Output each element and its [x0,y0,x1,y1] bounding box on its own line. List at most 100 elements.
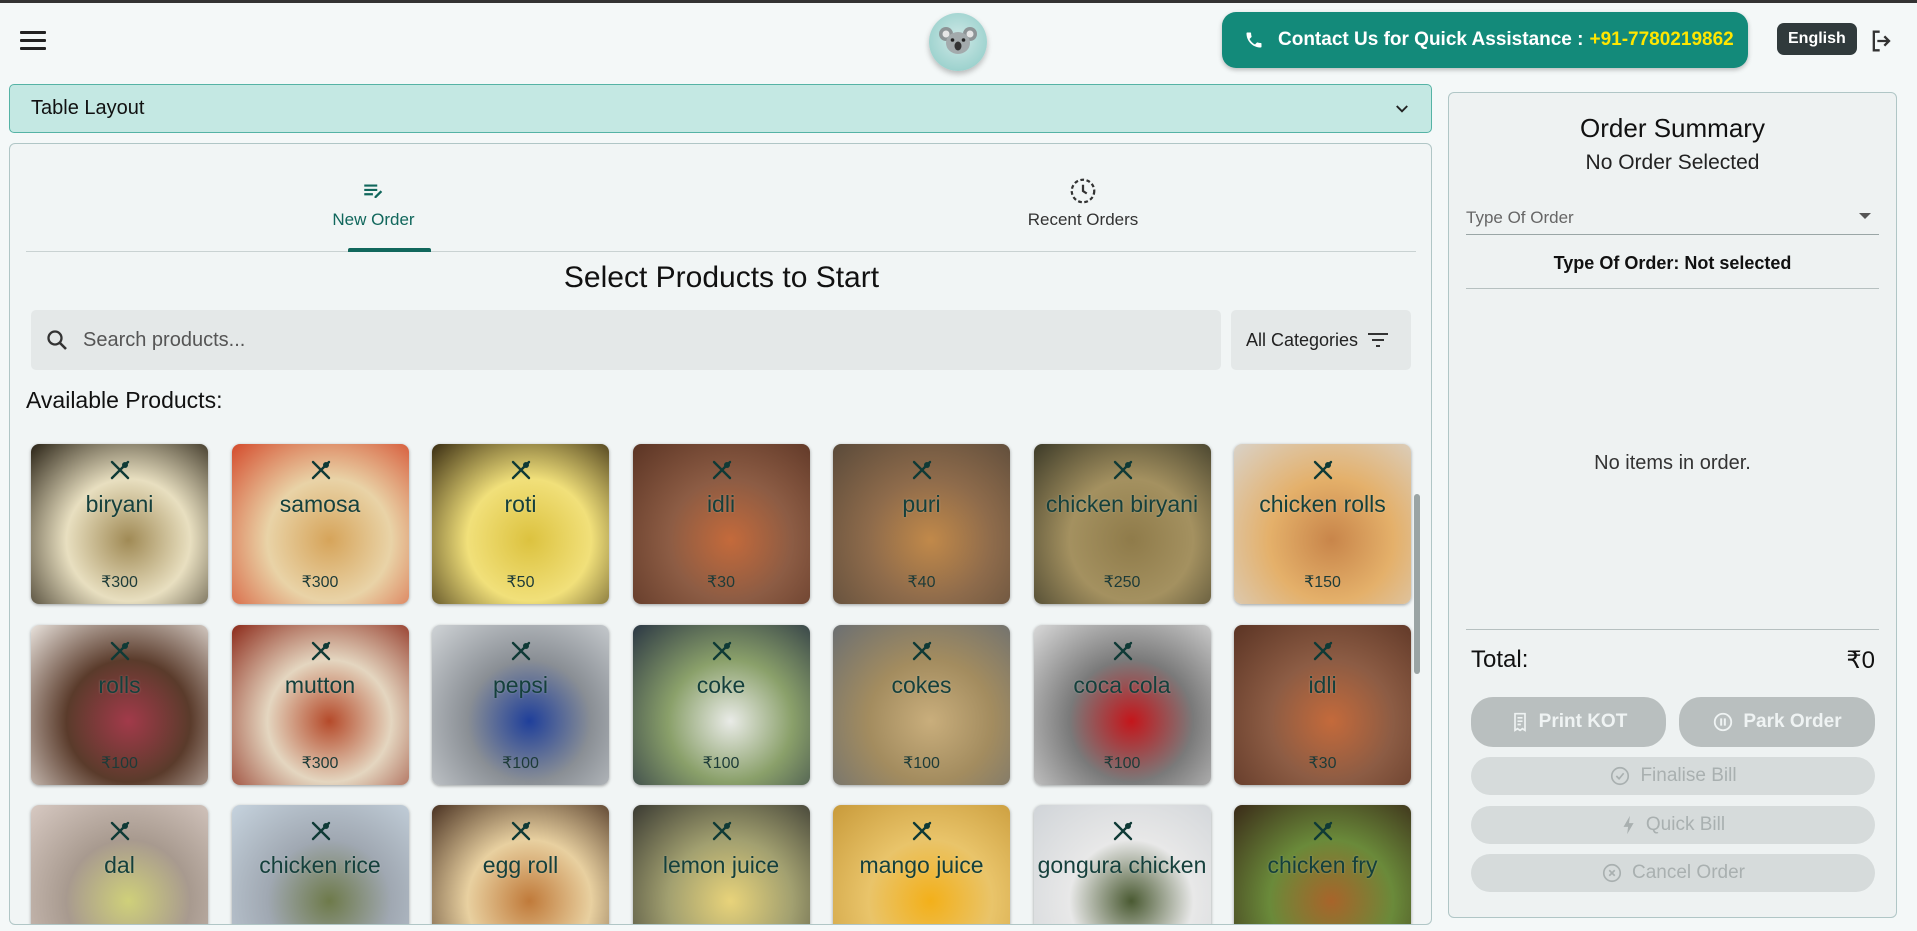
contact-phone: +91-7780219862 [1589,29,1734,50]
tab-new-order[interactable]: New Order [332,176,415,230]
product-card[interactable]: coca cola ₹100 [1033,624,1211,785]
search-input[interactable] [83,328,1183,352]
product-name: roti [504,491,537,517]
product-card[interactable]: mutton ₹300 [231,624,409,785]
product-name: puri [902,491,941,517]
contact-us-button[interactable]: Contact Us for Quick Assistance : +91-77… [1222,12,1748,68]
logout-icon[interactable] [1868,27,1896,55]
table-layout-accordion[interactable]: Table Layout [9,84,1432,133]
contact-label: Contact Us for Quick Assistance : [1278,29,1584,50]
fork-knife-icon [912,641,932,660]
type-of-order-status: Type Of Order: Not selected [1466,253,1879,289]
park-order-button[interactable]: Park Order [1679,697,1875,747]
product-name: chicken rice [259,852,381,878]
product-price: ₹300 [101,574,138,591]
product-name: chicken rolls [1259,491,1386,517]
product-price: ₹150 [1304,574,1341,591]
fork-knife-icon [511,641,531,660]
park-order-label: Park Order [1743,711,1842,732]
product-name: chicken fry [1267,852,1378,878]
fork-knife-icon [1113,821,1132,841]
product-card[interactable]: chicken biryani ₹250 [1033,444,1211,604]
product-card[interactable]: puri ₹40 [833,444,1010,604]
products-scrollbar[interactable] [1414,494,1420,674]
product-card[interactable]: chicken fry [1234,805,1411,924]
tab-new-order-label: New Order [332,210,415,229]
product-card[interactable]: gongura chicken [1033,805,1211,924]
product-card[interactable]: biryani ₹300 [31,444,208,604]
category-filter-button[interactable]: All Categories [1231,310,1411,370]
product-card[interactable]: idli ₹30 [632,444,810,604]
fork-knife-icon [511,460,531,480]
phone-icon [1246,32,1262,48]
fork-knife-icon [110,641,130,660]
product-price: ₹300 [301,754,339,772]
product-price: ₹100 [702,754,740,772]
product-name: mutton [284,671,356,698]
product-card[interactable]: chicken rolls ₹150 [1234,444,1411,604]
fork-knife-icon [110,460,130,480]
product-card[interactable]: roti ₹50 [432,444,609,604]
order-tabs: New Order Recent Orders [26,144,1416,252]
tab-recent-orders-label: Recent Orders [1027,210,1139,229]
top-bar: Contact Us for Quick Assistance : +91-77… [0,3,1917,77]
product-name: cokes [891,671,952,698]
menu-icon[interactable] [20,31,46,51]
product-name: idli [706,491,736,517]
chevron-down-icon [1396,105,1408,113]
product-price: ₹30 [707,574,735,591]
product-card[interactable]: lemon juice [632,805,810,924]
order-total: Total: ₹0 [1471,646,1875,675]
quick-bill-label: Quick Bill [1645,814,1726,835]
product-name: rolls [98,671,141,698]
lightning-icon [1623,815,1634,835]
print-kot-button[interactable]: Print KOT [1471,697,1666,747]
available-products-heading: Available Products: [26,387,223,413]
cancel-circle-icon [1602,863,1622,883]
product-price: ₹40 [907,574,936,591]
product-card[interactable]: egg roll [432,805,609,924]
product-card[interactable]: samosa ₹300 [231,444,409,604]
koala-logo [929,13,987,71]
type-of-order-placeholder: Type Of Order [1466,207,1574,227]
cancel-order-button[interactable]: Cancel Order [1471,854,1875,892]
finalise-bill-button[interactable]: Finalise Bill [1471,757,1875,795]
fork-knife-icon [1313,821,1333,841]
product-card[interactable]: coke ₹100 [632,624,810,785]
product-name: idli [1308,671,1337,698]
order-summary-panel: Order Summary No Order Selected Type Of … [1448,92,1897,918]
type-of-order-select[interactable]: Type Of Order [1466,201,1879,235]
check-circle-icon [1611,766,1630,786]
tab-recent-orders[interactable]: Recent Orders [1010,176,1156,230]
product-name: pepsi [493,671,548,698]
fork-knife-icon [1313,641,1333,660]
divider [1466,629,1879,630]
fork-knife-icon [1113,641,1132,660]
product-card[interactable]: pepsi ₹100 [432,624,609,785]
quick-bill-button[interactable]: Quick Bill [1471,806,1875,844]
fork-knife-icon [712,460,731,480]
language-button[interactable]: English [1777,23,1857,55]
product-name: gongura chicken [1037,852,1207,878]
product-card[interactable]: rolls ₹100 [31,624,208,785]
product-card[interactable]: idli ₹30 [1234,624,1411,785]
dropdown-arrow-icon [1859,213,1871,219]
fork-knife-icon [912,821,932,841]
page-title: Select Products to Start [563,261,880,294]
table-layout-label: Table Layout [31,97,145,119]
total-value: ₹0 [1846,647,1875,674]
fork-knife-icon [1113,460,1132,480]
product-card[interactable]: cokes ₹100 [833,624,1010,785]
fork-knife-icon [712,641,731,660]
search-bar[interactable] [31,310,1221,370]
fork-knife-icon [712,821,731,841]
product-card[interactable]: dal [31,805,208,924]
product-price: ₹100 [903,754,940,772]
history-icon [1010,176,1156,206]
pause-circle-icon [1714,712,1733,732]
edit-list-icon [332,176,415,206]
fork-knife-icon [311,460,330,480]
product-card[interactable]: mango juice [833,805,1010,924]
product-card[interactable]: chicken rice [231,805,409,924]
order-summary-title: Order Summary [1580,113,1765,143]
